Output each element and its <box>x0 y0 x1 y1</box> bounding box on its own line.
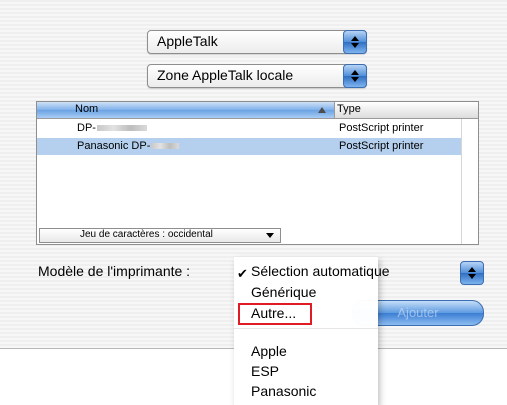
charset-popup[interactable]: Jeu de caractères : occidental <box>39 228 281 243</box>
printer-row[interactable]: DP- PostScript printer <box>37 120 461 137</box>
zone-popup[interactable]: Zone AppleTalk locale <box>147 64 367 88</box>
column-name-label: Nom <box>75 103 99 115</box>
menu-item-panasonic[interactable]: Panasonic <box>251 383 316 399</box>
zone-value: Zone AppleTalk locale <box>157 67 294 83</box>
printer-row-selected[interactable]: Panasonic DP- PostScript printer <box>37 138 461 155</box>
popup-arrows-icon <box>343 64 367 88</box>
connection-type-value: AppleTalk <box>157 33 218 49</box>
menu-item-auto-select[interactable]: Sélection automatique <box>251 263 390 279</box>
printer-name: DP- <box>77 122 147 134</box>
menu-item-generic[interactable]: Générique <box>251 284 316 300</box>
sort-ascending-icon <box>318 107 326 113</box>
connection-type-popup[interactable]: AppleTalk <box>147 30 367 54</box>
printer-list[interactable]: Nom Type DP- PostScript printer Panasoni… <box>36 101 479 245</box>
charset-label: Jeu de caractères : occidental <box>80 229 213 240</box>
printer-type: PostScript printer <box>339 122 424 134</box>
menu-item-apple[interactable]: Apple <box>251 343 287 359</box>
printer-type: PostScript printer <box>339 140 424 152</box>
menu-item-esp[interactable]: ESP <box>251 363 279 379</box>
checkmark-icon: ✔ <box>237 266 248 281</box>
redacted-text <box>151 143 180 150</box>
highlight-annotation-box <box>238 303 312 325</box>
list-scrollbar[interactable] <box>461 119 478 244</box>
column-header-type[interactable]: Type <box>337 103 361 115</box>
menu-separator <box>234 328 378 329</box>
model-popup-arrows-icon[interactable] <box>460 261 484 285</box>
list-header: Nom Type <box>37 102 478 119</box>
column-header-name[interactable]: Nom <box>37 102 335 118</box>
printer-model-label: Modèle de l'imprimante : <box>38 263 191 279</box>
printer-model-menu[interactable]: ✔ Sélection automatique Générique Autre.… <box>234 257 390 405</box>
popup-arrows-icon <box>343 30 367 54</box>
printer-name: Panasonic DP- <box>77 140 180 152</box>
chevron-down-icon <box>266 233 274 238</box>
redacted-text <box>96 125 147 132</box>
